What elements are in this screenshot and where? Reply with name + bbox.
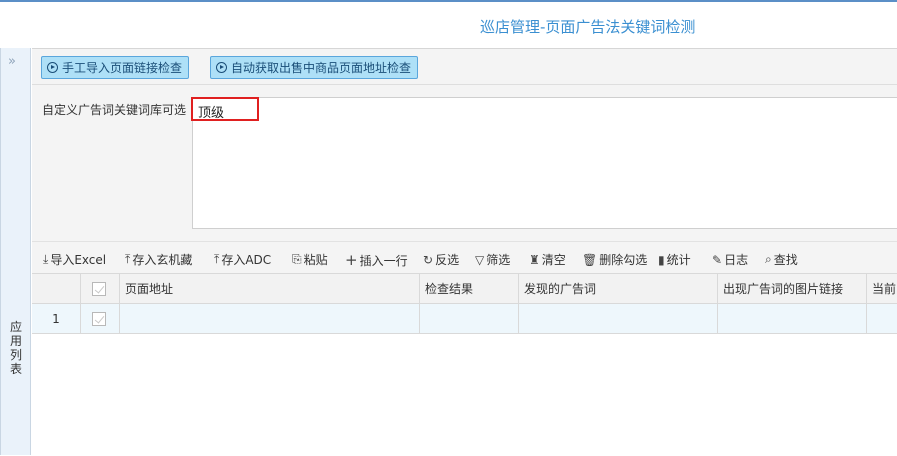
paste-label: 粘贴 xyxy=(303,253,328,267)
manual-import-label: 手工导入页面链接检查 xyxy=(62,61,183,75)
auto-fetch-button[interactable]: 自动获取出售中商品页面地址检查 xyxy=(210,56,419,79)
cell-result[interactable] xyxy=(420,304,519,333)
row-number-header xyxy=(32,274,81,303)
row-checkbox[interactable] xyxy=(92,311,106,326)
paste-button[interactable]: ⎘ 粘贴 xyxy=(292,251,328,268)
column-header-image-links[interactable]: 出现广告词的图片链接 xyxy=(718,274,867,303)
keyword-textarea[interactable] xyxy=(192,97,897,229)
paste-icon: ⎘ xyxy=(292,252,302,266)
main-panel: 手工导入页面链接检查 自动获取出售中商品页面地址检查 自定义广告词关键词库可选 … xyxy=(32,48,897,456)
table-header: 页面地址 检查结果 发现的广告词 出现广告词的图片链接 当前 xyxy=(32,273,897,304)
filter-icon: ▽ xyxy=(475,252,485,267)
grid-toolbar: ⤓ 导入Excel ⤒ 存入玄机藏 ⤒ 存入ADC ⎘ 粘贴 + 插入一行 ↻ 反选 ▽ 筛选… xyxy=(32,241,897,274)
data-table: 页面地址 检查结果 发现的广告词 出现广告词的图片链接 当前 1 xyxy=(32,273,897,456)
broom-icon: ♜ xyxy=(529,252,540,267)
page-title: 巡店管理-页面广告法关键词检测 xyxy=(480,18,696,36)
clear-button[interactable]: ♜ 清空 xyxy=(529,251,566,268)
table-row[interactable]: 1 xyxy=(32,304,897,334)
page-header: 巡店管理-页面广告法关键词检测 xyxy=(0,16,897,38)
save-adc-label: 存入ADC xyxy=(221,253,272,267)
column-header-url[interactable]: 页面地址 xyxy=(120,274,420,303)
play-circle-icon xyxy=(216,62,227,73)
select-all-cell[interactable] xyxy=(81,274,120,303)
cell-image-links[interactable] xyxy=(718,304,867,333)
upload-icon: ⤒ xyxy=(214,252,220,266)
upload-icon: ⤒ xyxy=(125,252,131,266)
import-excel-label: 导入Excel xyxy=(50,253,107,267)
invert-selection-button[interactable]: ↻ 反选 xyxy=(423,251,459,268)
refresh-icon: ↻ xyxy=(423,252,434,267)
download-icon: ⤓ xyxy=(43,252,49,266)
keyword-value[interactable]: 顶级 xyxy=(191,97,259,121)
cell-current[interactable] xyxy=(867,304,897,333)
filter-label: 筛选 xyxy=(486,253,511,267)
action-bar: 手工导入页面链接检查 自动获取出售中商品页面地址检查 xyxy=(32,49,897,85)
save-adc-button[interactable]: ⤒ 存入ADC xyxy=(214,251,271,268)
trash-icon: 🗑 xyxy=(582,252,598,267)
delete-checked-label: 删除勾选 xyxy=(599,253,648,267)
auto-fetch-label: 自动获取出售中商品页面地址检查 xyxy=(231,61,412,75)
save-xuanji-button[interactable]: ⤒ 存入玄机藏 xyxy=(125,251,192,268)
search-icon: ⌕ xyxy=(765,252,772,266)
edit-icon: ✎ xyxy=(712,252,723,267)
expand-sidebar-icon[interactable]: » xyxy=(8,54,16,69)
cell-url[interactable] xyxy=(120,304,420,333)
column-header-current[interactable]: 当前 xyxy=(867,274,897,303)
find-label: 查找 xyxy=(773,253,798,267)
column-header-found-words[interactable]: 发现的广告词 xyxy=(519,274,718,303)
row-number: 1 xyxy=(32,304,81,333)
save-xuanji-label: 存入玄机藏 xyxy=(132,253,193,267)
insert-row-label: 插入一行 xyxy=(359,253,408,268)
plus-icon: + xyxy=(345,251,358,269)
row-select-cell[interactable] xyxy=(81,304,120,333)
bar-chart-icon: ▮ xyxy=(658,252,665,267)
cell-found-words[interactable] xyxy=(519,304,718,333)
window-top-border xyxy=(0,0,897,2)
stats-label: 统计 xyxy=(666,253,691,267)
manual-import-button[interactable]: 手工导入页面链接检查 xyxy=(41,56,190,79)
insert-row-button[interactable]: + 插入一行 xyxy=(345,251,408,269)
find-button[interactable]: ⌕ 查找 xyxy=(765,251,798,268)
clear-label: 清空 xyxy=(541,253,566,267)
stats-button[interactable]: ▮ 统计 xyxy=(658,251,691,268)
keyword-library-label: 自定义广告词关键词库可选 xyxy=(42,103,187,117)
log-label: 日志 xyxy=(724,253,749,267)
invert-label: 反选 xyxy=(435,253,460,267)
sidebar-label: 应用列表 xyxy=(9,320,22,376)
app-list-sidebar[interactable]: » 应用列表 xyxy=(0,48,31,455)
column-header-result[interactable]: 检查结果 xyxy=(420,274,519,303)
log-button[interactable]: ✎ 日志 xyxy=(712,251,748,268)
select-all-checkbox[interactable] xyxy=(92,281,106,296)
delete-checked-button[interactable]: 🗑 删除勾选 xyxy=(582,251,647,268)
play-circle-icon xyxy=(47,62,58,73)
filter-button[interactable]: ▽ 筛选 xyxy=(475,251,510,268)
import-excel-button[interactable]: ⤓ 导入Excel xyxy=(43,251,106,268)
